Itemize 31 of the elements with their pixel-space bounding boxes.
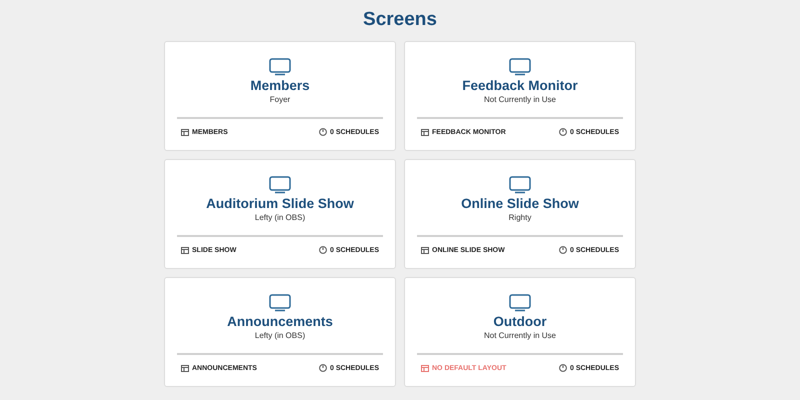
clock-icon: [558, 364, 567, 372]
clock-icon: [318, 364, 327, 372]
screen-location: Lefty (in OBS): [254, 213, 306, 222]
clock-icon: [318, 128, 327, 136]
clock-icon: [558, 246, 567, 254]
clock-icon: [558, 128, 567, 136]
screen-location: Foyer: [270, 95, 290, 104]
monitor-icon: [509, 176, 531, 194]
screen-name: Announcements: [227, 314, 333, 329]
layout-icon: [421, 364, 429, 372]
screen-name: Auditorium Slide Show: [206, 196, 354, 211]
layout-icon: [421, 128, 429, 136]
layout-icon: [181, 128, 189, 136]
monitor-icon: [509, 58, 531, 76]
screen-location: Righty: [508, 213, 532, 222]
screen-name: Feedback Monitor: [462, 78, 578, 93]
layout-icon: [181, 246, 189, 254]
screen-location: Lefty (in OBS): [254, 331, 306, 340]
layout-icon: [421, 246, 429, 254]
screen-name: Members: [250, 78, 310, 93]
monitor-icon: [269, 294, 291, 312]
monitor-icon: [509, 294, 531, 312]
screen-name: Online Slide Show: [461, 196, 579, 211]
screen-name: Outdoor: [493, 314, 547, 329]
page-title: Screens: [363, 9, 437, 31]
monitor-icon: [269, 58, 291, 76]
screen-location: Not Currently in Use: [484, 331, 556, 340]
monitor-icon: [269, 176, 291, 194]
screen-location: Not Currently in Use: [484, 95, 556, 104]
clock-icon: [318, 246, 327, 254]
layout-icon: [181, 364, 189, 372]
